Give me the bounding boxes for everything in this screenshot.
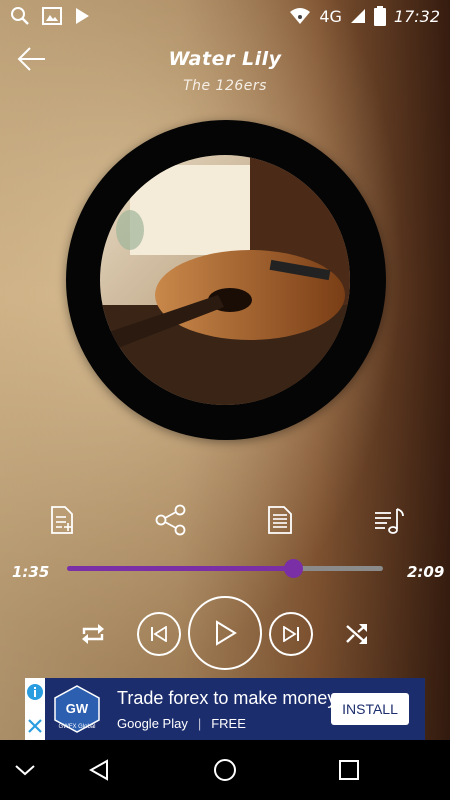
previous-button[interactable] bbox=[137, 612, 181, 656]
play-store-icon bbox=[76, 8, 89, 24]
lyrics-button[interactable] bbox=[260, 500, 300, 540]
next-icon bbox=[283, 626, 299, 642]
playlist-add-icon bbox=[51, 506, 73, 534]
nav-back-button[interactable] bbox=[84, 755, 114, 785]
battery-icon bbox=[373, 6, 386, 26]
queue-music-icon bbox=[375, 508, 404, 534]
ad-info-strip bbox=[25, 678, 45, 740]
info-icon[interactable] bbox=[25, 682, 45, 708]
install-button[interactable]: INSTALL bbox=[331, 693, 409, 725]
status-time: 17:32 bbox=[393, 6, 440, 26]
share-button[interactable] bbox=[151, 500, 191, 540]
shuffle-icon bbox=[346, 624, 367, 644]
recents-square-icon bbox=[339, 760, 359, 780]
navigation-bar bbox=[0, 740, 450, 800]
ad-divider: | bbox=[197, 716, 202, 731]
ad-banner[interactable]: GW GWFX Global Trade forex to make money… bbox=[25, 678, 425, 740]
repeat-icon bbox=[82, 624, 104, 644]
seek-thumb[interactable] bbox=[283, 559, 303, 578]
image-icon bbox=[42, 7, 62, 25]
ad-headline: Trade forex to make money bbox=[117, 688, 337, 708]
play-button[interactable] bbox=[188, 596, 262, 670]
shuffle-button[interactable] bbox=[343, 620, 371, 648]
network-label: 4G bbox=[319, 6, 342, 26]
seek-progress bbox=[67, 566, 293, 571]
ad-price: FREE bbox=[211, 716, 246, 731]
status-bar: 4G 17:32 bbox=[0, 0, 450, 32]
next-button[interactable] bbox=[269, 612, 313, 656]
advertiser-logo: GW GWFX Global bbox=[51, 684, 103, 734]
album-art bbox=[100, 155, 350, 405]
wifi-icon bbox=[290, 8, 311, 24]
back-triangle-icon bbox=[88, 759, 108, 781]
previous-icon bbox=[151, 626, 167, 642]
search-icon bbox=[11, 7, 29, 25]
seek-bar[interactable] bbox=[67, 559, 383, 578]
add-to-playlist-button[interactable] bbox=[42, 500, 82, 540]
action-row bbox=[0, 500, 450, 540]
elapsed-time: 1:35 bbox=[12, 563, 50, 581]
document-icon bbox=[268, 506, 292, 534]
song-title: Water Lily bbox=[168, 48, 282, 70]
svg-text:GWFX Global: GWFX Global bbox=[58, 724, 95, 730]
ad-subline: Google Play | FREE bbox=[117, 716, 246, 731]
signal-icon bbox=[350, 9, 365, 23]
artist-name: The 126ers bbox=[183, 78, 267, 94]
svg-text:GW: GW bbox=[66, 701, 89, 716]
home-circle-icon bbox=[214, 759, 236, 781]
nav-recents-button[interactable] bbox=[334, 755, 364, 785]
close-icon[interactable] bbox=[25, 716, 45, 736]
chevron-down-icon bbox=[15, 765, 35, 776]
play-icon bbox=[216, 620, 237, 646]
queue-button[interactable] bbox=[369, 500, 409, 540]
repeat-button[interactable] bbox=[78, 620, 108, 648]
nav-home-button[interactable] bbox=[210, 755, 240, 785]
track-info: Water Lily The 126ers bbox=[0, 48, 450, 94]
total-duration: 2:09 bbox=[407, 563, 445, 581]
share-icon bbox=[155, 504, 186, 536]
hide-nav-button[interactable] bbox=[10, 755, 40, 785]
ad-store: Google Play bbox=[117, 716, 188, 731]
